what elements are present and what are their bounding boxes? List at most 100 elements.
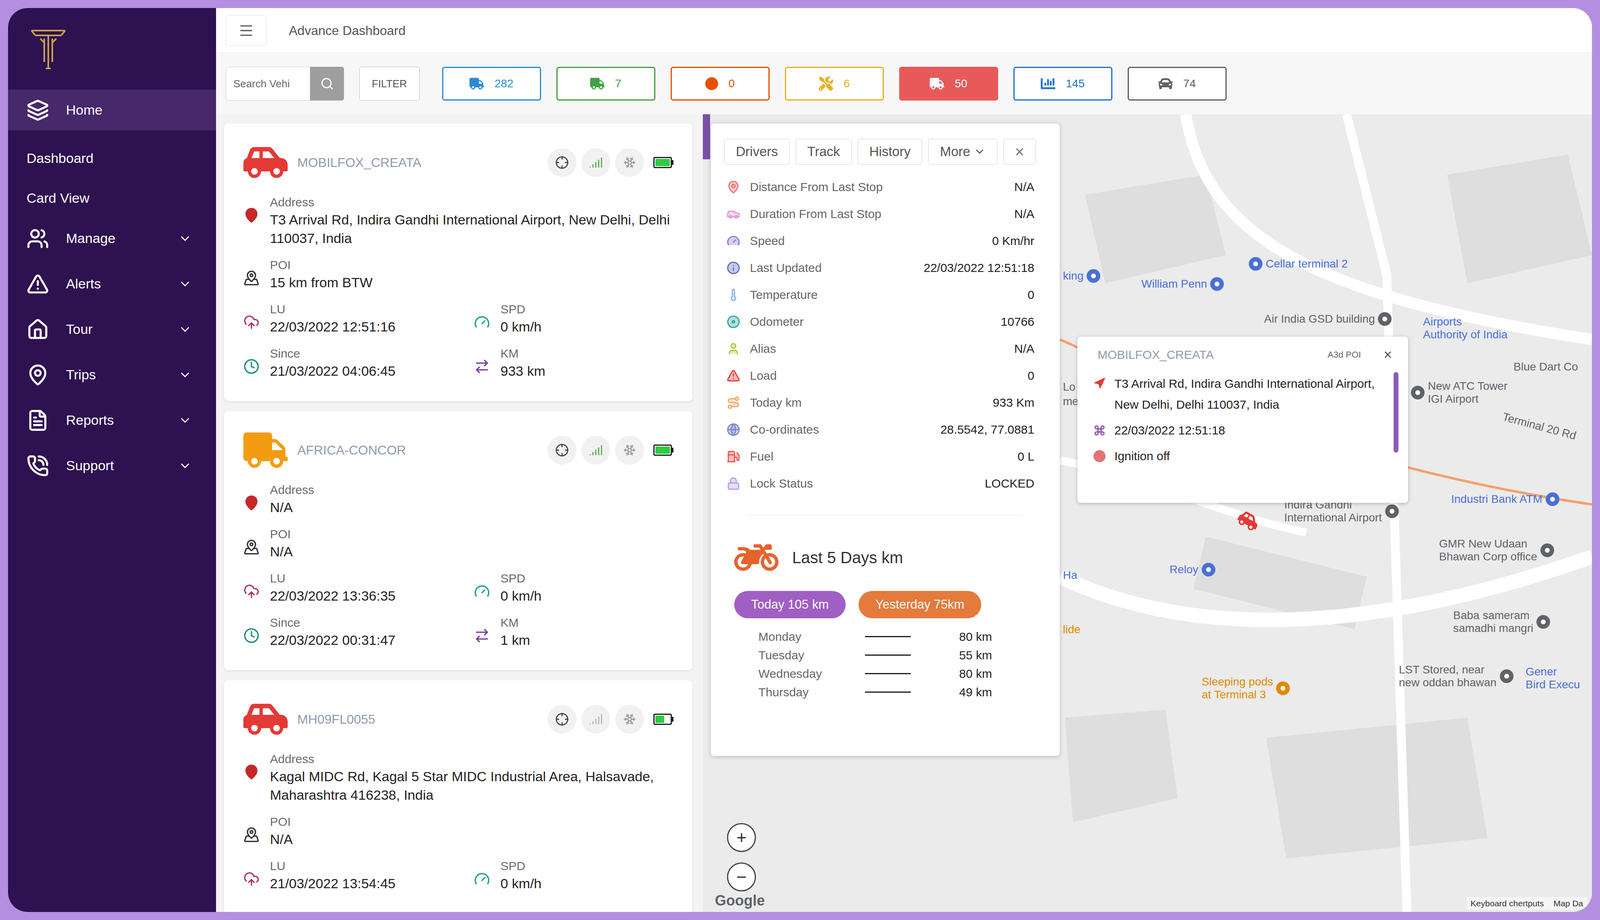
map-label[interactable]: king (1062, 269, 1101, 283)
poi-pin-icon (1276, 681, 1290, 696)
day-label: Wednesday (758, 664, 865, 683)
map-label[interactable]: Baba sameramsamadhi mangri (1453, 609, 1551, 635)
map-footer-link[interactable]: Map Da (1553, 897, 1584, 911)
signal-indicator (581, 704, 611, 734)
map-label[interactable]: Blue Dart Co (1513, 360, 1578, 374)
map-view[interactable]: Cellar terminal 2 William Penn king Air Ind… (702, 114, 1592, 913)
vehicle-card-header: AFRICA-CONCOR (243, 428, 678, 473)
map-label[interactable]: GMR New UdaanBhawan Corp office (1439, 537, 1555, 564)
map-label[interactable]: Lo (1062, 380, 1076, 394)
search-button[interactable] (310, 66, 344, 101)
filter-button[interactable]: FILTER (359, 66, 420, 101)
field-icon (473, 583, 491, 600)
poi-pin-icon (1385, 504, 1399, 519)
status-counter[interactable]: 282 (442, 66, 542, 101)
chevron-icon (178, 231, 192, 246)
vehicle-card[interactable]: MOBILFOX_CREATAAddressT3 Arrival Rd, Ind… (224, 123, 693, 402)
map-label[interactable]: New ATC TowerIGI Airport (1410, 379, 1508, 406)
map-label[interactable]: Reloy (1169, 562, 1216, 577)
map-label[interactable]: me (1062, 395, 1079, 408)
map-label[interactable]: AirportsAuthority of India (1422, 315, 1508, 342)
vehicle-field: POI15 km from BTW (243, 257, 678, 292)
poi-pin-icon (1540, 543, 1555, 558)
battery-indicator (648, 704, 678, 734)
km-pill: Yesterday 75km (858, 590, 982, 619)
detail-tab[interactable]: History (857, 138, 923, 165)
map-label[interactable]: Ha (1062, 568, 1078, 582)
field-icon (473, 871, 491, 888)
detail-row: Load0 (724, 362, 1047, 390)
vehicle-card[interactable]: MH09FL0055AddressKagal MIDC Rd, Kagal 5 … (224, 680, 693, 913)
detail-tab[interactable]: More (928, 138, 997, 165)
poi-pin-icon (1210, 277, 1224, 291)
sidebar-subitem[interactable]: Card View (8, 178, 217, 219)
vehicle-card[interactable]: AFRICA-CONCORAddressN/APOIN/ALU22/03/202… (224, 411, 693, 671)
detail-label: Load (749, 366, 777, 385)
field-label: SPD (500, 302, 542, 317)
locate-button[interactable] (547, 704, 577, 734)
field-pair-row: Since21/03/2022 04:06:45KM933 km (243, 346, 678, 381)
detail-row: Distance From Last StopN/A (724, 173, 1047, 201)
detail-value: 28.5542, 77.0881 (940, 420, 1035, 439)
status-dot-icon (705, 77, 719, 91)
chevron-icon (178, 413, 192, 428)
chevron-icon (178, 322, 192, 337)
map-label[interactable]: William Penn (1141, 277, 1224, 291)
map-label[interactable]: Air India GSD building (1264, 312, 1392, 326)
sidebar-item[interactable]: Alerts (8, 263, 217, 305)
motorcycle-icon (734, 535, 779, 580)
status-counter[interactable]: 74 (1127, 66, 1227, 101)
field-value: 0 km/h (500, 874, 542, 893)
status-counter[interactable]: 50 (899, 66, 999, 101)
sidebar-item[interactable]: Tour (8, 308, 217, 350)
field-label: SPD (500, 571, 542, 586)
map-label[interactable]: GenerBird Execu (1525, 665, 1580, 692)
map-label[interactable]: Cellar terminal 2 (1248, 257, 1348, 271)
vehicle-field: Since21/03/2022 04:06:45 (243, 346, 474, 381)
popup-scrollbar[interactable] (1393, 372, 1399, 453)
sidebar-item[interactable]: Support (8, 445, 217, 486)
battery-indicator (648, 148, 678, 178)
detail-label: Last Updated (749, 258, 822, 277)
status-counter[interactable]: 6 (784, 66, 884, 101)
map-label[interactable]: lide (1062, 623, 1081, 637)
summary-pills: Today 105 kmYesterday 75km (724, 590, 1047, 619)
brand-logo-icon[interactable] (28, 26, 69, 72)
locate-button[interactable] (547, 435, 577, 465)
status-counter[interactable]: 145 (1013, 66, 1113, 101)
sidebar-item[interactable]: Reports (8, 399, 217, 441)
detail-tab[interactable]: Track (795, 138, 852, 165)
day-line (864, 654, 911, 656)
detail-value: N/A (1014, 339, 1035, 358)
map-label[interactable]: Industri Bank ATM (1451, 492, 1560, 507)
day-label: Tuesday (758, 646, 865, 665)
status-counter[interactable]: 7 (556, 66, 656, 101)
status-counter[interactable]: 0 (670, 66, 770, 101)
map-label[interactable]: Sleeping podsat Terminal 3 (1201, 675, 1290, 702)
sidebar-subitem[interactable]: Dashboard (8, 138, 217, 179)
sidebar-item[interactable]: Home (8, 89, 217, 131)
detail-row: Speed0 Km/hr (724, 227, 1047, 255)
map-label[interactable]: LST Stored, nearnew oddan bhawan (1398, 663, 1514, 690)
sidebar-item-icon (26, 363, 50, 387)
map-label[interactable]: Terminal 20 Rd (1501, 410, 1578, 443)
zoom-button[interactable]: − (726, 862, 756, 892)
field-label: Address (269, 751, 678, 767)
detail-tab[interactable]: Drivers (724, 138, 790, 165)
detail-row: Lock StatusLOCKED (724, 469, 1047, 497)
sidebar-item[interactable]: Trips (8, 354, 217, 396)
vehicle-name: AFRICA-CONCOR (297, 440, 406, 460)
popup-close-button[interactable]: × (1383, 346, 1393, 363)
menu-button[interactable] (225, 15, 267, 46)
locate-button[interactable] (547, 148, 577, 178)
close-button[interactable]: × (1003, 138, 1036, 165)
day-km: 49 km (959, 683, 993, 702)
zoom-button[interactable]: + (726, 823, 756, 853)
sidebar-item[interactable]: Manage (8, 218, 217, 259)
map-footer-link[interactable]: Keyboard chertputs (1470, 897, 1544, 911)
map-scroll-tab[interactable] (702, 114, 711, 160)
search-input[interactable] (225, 66, 311, 101)
field-pair-row: LU21/03/2022 13:54:45SPD0 km/h (243, 858, 678, 893)
vehicle-name: MOBILFOX_CREATA (297, 152, 422, 173)
detail-row-icon (726, 395, 741, 410)
